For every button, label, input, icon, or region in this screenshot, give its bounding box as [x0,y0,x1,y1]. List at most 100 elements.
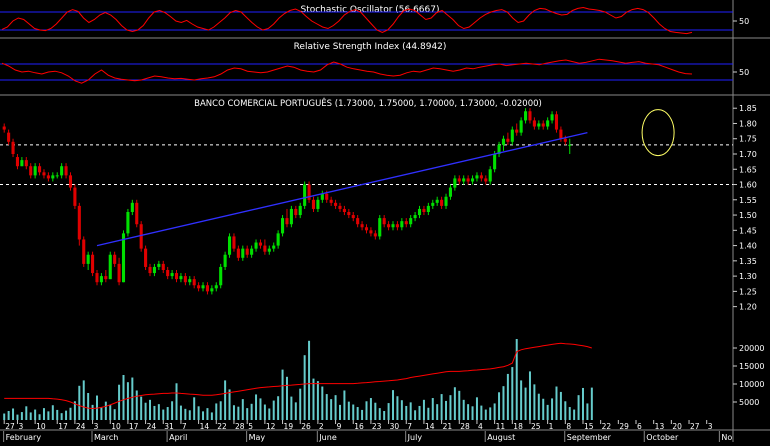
volume-bar [312,378,315,420]
x-day-label: 22 [602,422,612,431]
volume-bar [303,355,306,420]
price-y-tick-label: 1.75 [739,135,757,144]
candle-body [559,129,563,139]
price-y-tick-label: 1.85 [739,104,757,113]
volume-bar [449,395,452,420]
candle-body [501,138,506,145]
volume-bar [325,394,328,420]
volume-bar [51,405,54,420]
candle-body [250,248,254,255]
candle-body [258,242,263,246]
volume-bar [65,410,68,420]
volume-bar [537,393,540,420]
volume-bar [29,412,32,420]
volume-bar [16,414,19,420]
x-day-label: 11 [496,422,506,431]
volume-bar [427,407,430,420]
candle-body [174,273,179,280]
x-month-label: March [94,433,118,442]
x-day-label: 24 [147,422,157,431]
x-day-label: 28 [235,422,245,431]
x-day-label: 30 [390,422,400,431]
candle-body [91,254,95,274]
candle-body [144,248,148,267]
candle-body [360,224,364,228]
candle-body [236,248,240,258]
volume-bar [197,406,200,420]
volume-bar [12,408,15,420]
candle-body [77,205,81,240]
price-y-tick-label: 1.70 [739,150,757,159]
volume-bar [524,387,527,420]
candle-body [64,166,68,176]
volume-bar [551,398,554,420]
x-day-label: 7 [182,422,187,431]
volume-bar [3,413,6,420]
volume-bar [308,340,311,420]
candle-body [289,208,293,225]
volume-bar [489,407,492,420]
volume-bar [520,380,523,420]
candle-body [382,218,386,225]
x-day-label: 15 [584,422,594,431]
x-day-label: 17 [129,422,139,431]
candle-body [82,239,86,264]
x-day-label: 6 [637,422,642,431]
candle-body [387,224,391,228]
volume-bar [188,410,191,420]
candle-body [373,233,377,237]
volume-bar [577,395,580,420]
candle-body [524,111,528,121]
candle-body [391,224,395,228]
candle-body [183,276,187,283]
x-day-label: 31 [164,422,174,431]
volume-bar [277,396,280,420]
x-day-label: 8 [566,422,571,431]
x-day-label: 27 [5,422,15,431]
volume-bar [334,395,337,420]
volume-bar [78,385,81,420]
x-month-label: August [487,433,515,442]
volume-bar [590,387,593,420]
volume-bar [573,409,576,420]
candle-body [285,218,289,225]
candle-body [227,236,232,255]
candle-body [11,141,15,154]
x-month-label: July [407,433,423,442]
volume-bar [255,394,258,420]
candle-body [281,218,285,234]
volume-bar [480,405,483,420]
volume-bar [219,401,222,420]
x-day-label: 22 [217,422,227,431]
volume-bar [392,390,395,420]
volume-bar [259,398,262,420]
candle-body [201,285,205,289]
candle-body [563,138,567,142]
candle-body [20,160,24,167]
x-day-label: 14 [425,422,435,431]
candle-body [38,166,42,173]
price-y-tick-label: 1.65 [739,165,757,174]
candle-body [395,224,399,228]
candle-body [303,184,307,206]
candle-body [126,212,130,234]
candle-body [519,120,523,133]
volume-bar [352,404,355,420]
candle-body [108,254,112,280]
volume-bar [316,381,319,420]
candle-body [413,215,417,219]
candle-body [152,266,156,274]
volume-bar [396,396,399,420]
volume-bar [369,398,372,420]
x-month-label: September [567,433,612,442]
candle-body [466,178,470,182]
candle-body [205,285,209,292]
volume-bar [528,371,531,420]
volume-y-tick-label: 5000 [739,398,759,407]
volume-bar [568,407,571,420]
candle-body [457,178,461,182]
x-day-label: 14 [200,422,210,431]
volume-bar [246,408,249,420]
volume-bar [453,387,456,420]
candle-body [431,202,435,206]
